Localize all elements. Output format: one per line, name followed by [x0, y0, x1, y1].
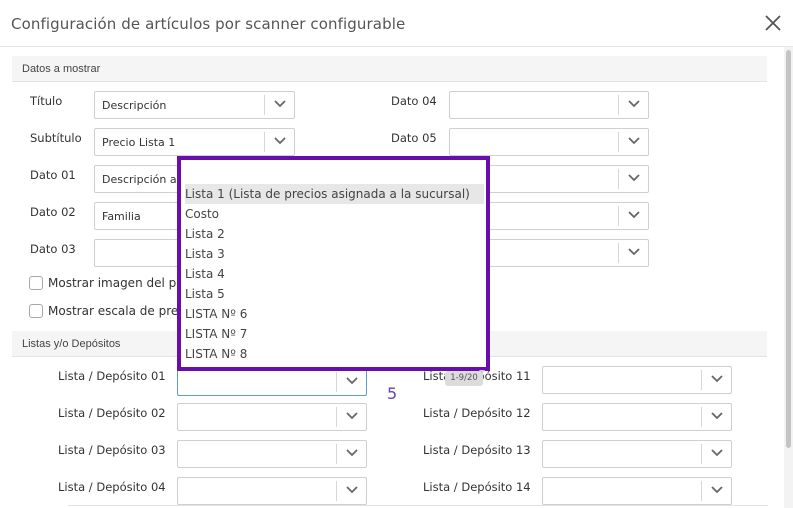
mostrar-escala-checkbox[interactable] [29, 304, 43, 318]
lista03-label: Lista / Depósito 03 [58, 443, 166, 457]
subtitulo-value: Precio Lista 1 [102, 136, 176, 149]
lista14-label: Lista / Depósito 14 [423, 480, 531, 494]
lista14-select[interactable] [542, 477, 732, 505]
dato02-value: Familia [102, 210, 141, 223]
dato05-label: Dato 05 [391, 131, 437, 145]
lista04-label: Lista / Depósito 04 [58, 480, 166, 494]
dropdown-option[interactable]: Lista 4 [185, 264, 484, 284]
chevron-down-icon[interactable] [701, 444, 731, 464]
dropdown-pager-badge: 1-9/20 [445, 371, 483, 386]
dropdown-option[interactable]: LISTA Nº 8 [185, 344, 484, 364]
dialog-header: Configuración de artículos por scanner c… [0, 0, 793, 47]
dato05-select[interactable] [449, 128, 649, 156]
chevron-down-icon[interactable] [336, 481, 366, 501]
chevron-down-icon[interactable] [701, 481, 731, 501]
lista01-select[interactable] [177, 368, 367, 396]
lista11-select[interactable] [542, 366, 732, 394]
lista12-label: Lista / Depósito 12 [423, 406, 531, 420]
mostrar-imagen-label: Mostrar imagen del p [48, 276, 177, 290]
chevron-down-icon[interactable] [618, 206, 648, 226]
annotation-number: 5 [387, 384, 398, 403]
chevron-down-icon[interactable] [336, 444, 366, 464]
scrollbar-thumb[interactable] [786, 50, 791, 448]
mostrar-imagen-checkbox[interactable] [29, 276, 43, 290]
chevron-down-icon[interactable] [336, 407, 366, 427]
dropdown-option[interactable]: Lista 1 (Lista de precios asignada a la … [185, 184, 484, 204]
lista13-label: Lista / Depósito 13 [423, 443, 531, 457]
chevron-down-icon[interactable] [336, 372, 366, 392]
dialog-title: Configuración de artículos por scanner c… [11, 15, 406, 33]
titulo-value: Descripción [102, 99, 167, 112]
chevron-down-icon[interactable] [701, 370, 731, 390]
titulo-label: Título [30, 94, 63, 108]
dato03-label: Dato 03 [30, 242, 76, 256]
lista04-select[interactable] [177, 477, 367, 505]
dropdown-option[interactable]: LISTA Nº 6 [185, 304, 484, 324]
lista13-select[interactable] [542, 440, 732, 468]
dropdown-option[interactable]: Costo [185, 204, 484, 224]
scroll-down-icon[interactable] [479, 360, 485, 379]
chevron-down-icon[interactable] [264, 95, 294, 115]
lista12-select[interactable] [542, 403, 732, 431]
titulo-select[interactable]: Descripción [94, 91, 295, 119]
chevron-down-icon[interactable] [618, 243, 648, 263]
dato01-label: Dato 01 [30, 168, 76, 182]
dropdown-option[interactable]: Lista 2 [185, 224, 484, 244]
lista02-select[interactable] [177, 403, 367, 431]
footer-divider [68, 505, 768, 506]
lista01-label: Lista / Depósito 01 [58, 369, 166, 383]
dropdown-option[interactable]: Lista 5 [185, 284, 484, 304]
section-datos-header: Datos a mostrar [12, 56, 767, 82]
chevron-down-icon[interactable] [618, 169, 648, 189]
chevron-down-icon[interactable] [701, 407, 731, 427]
chevron-down-icon[interactable] [618, 132, 648, 152]
subtitulo-select[interactable]: Precio Lista 1 [94, 128, 295, 156]
lista02-label: Lista / Depósito 02 [58, 406, 166, 420]
dropdown-option[interactable]: LISTA Nº 7 [185, 324, 484, 344]
dato02-label: Dato 02 [30, 205, 76, 219]
dato04-label: Dato 04 [391, 94, 437, 108]
dato01-value: Descripción a [102, 173, 177, 186]
subtitulo-label: Subtítulo [30, 131, 82, 145]
dropdown-option[interactable]: Lista 3 [185, 244, 484, 264]
close-icon[interactable] [762, 12, 784, 34]
dato04-select[interactable] [449, 91, 649, 119]
subtitulo-dropdown-list[interactable]: Lista 1 (Lista de precios asignada a la … [177, 156, 490, 374]
lista03-select[interactable] [177, 440, 367, 468]
mostrar-escala-label: Mostrar escala de pre [48, 304, 179, 318]
chevron-down-icon[interactable] [618, 95, 648, 115]
chevron-down-icon[interactable] [264, 132, 294, 152]
